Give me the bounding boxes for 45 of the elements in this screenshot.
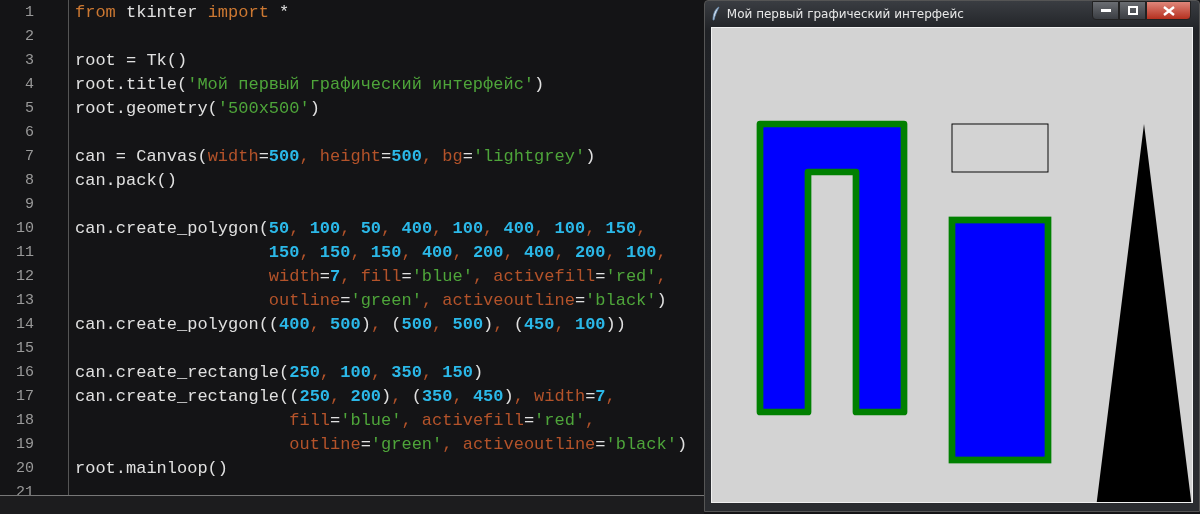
- code-line: can.create_rectangle(250, 100, 350, 150): [75, 362, 484, 382]
- code-line: outline='green', activeoutline='black'): [288, 434, 688, 454]
- line-number: 15: [15, 339, 34, 357]
- maximize-icon: [1127, 6, 1138, 15]
- line-number: 2: [24, 27, 34, 45]
- line-number: 21: [15, 483, 34, 495]
- line-number: 18: [15, 411, 34, 429]
- line-number: 16: [15, 363, 34, 381]
- minimize-button[interactable]: [1092, 1, 1119, 20]
- code-line: 150, 150, 150, 400, 200, 400, 200, 100,: [267, 242, 667, 262]
- maximize-button[interactable]: [1119, 1, 1146, 20]
- line-number: 11: [15, 243, 34, 261]
- line-number: 17: [15, 387, 34, 405]
- code-line: root.mainloop(): [75, 458, 229, 478]
- line-number: 12: [15, 267, 34, 285]
- close-icon: [1162, 5, 1175, 16]
- code-line: width=7, fill='blue', activefill='red',: [267, 266, 667, 286]
- line-number: 13: [15, 291, 34, 309]
- line-number: 6: [24, 123, 34, 141]
- code-line: can.create_rectangle((250, 200), (350, 450), width=7,: [75, 386, 616, 406]
- code-line: root = Tk(): [75, 50, 188, 70]
- code-line: can = Canvas(width=500, height=500, bg='lightgrey'): [75, 146, 596, 166]
- line-number: 3: [24, 51, 34, 69]
- line-number: 4: [24, 75, 34, 93]
- line-number: 7: [24, 147, 34, 165]
- code-line: can.create_polygon(50, 100, 50, 400, 100, 400, 100, 150,: [75, 218, 647, 238]
- line-number: 14: [15, 315, 34, 333]
- line-number: 10: [15, 219, 34, 237]
- minimize-icon: [1100, 8, 1111, 13]
- line-number: 9: [24, 195, 34, 213]
- line-number: 19: [15, 435, 34, 453]
- code-line: from tkinter import *: [75, 2, 290, 22]
- close-button[interactable]: [1146, 1, 1191, 20]
- code-line: fill='blue', activefill='red',: [288, 410, 596, 430]
- code-line: can.create_polygon((400, 500), (500, 500), (450, 100)): [75, 314, 626, 334]
- code-line: root.geometry('500x500'): [75, 98, 320, 118]
- line-number: 20: [15, 459, 34, 477]
- code-line: root.title('Мой первый графический интерфейс'): [75, 74, 545, 94]
- line-number: 1: [24, 3, 34, 21]
- window-title: Мой первый графический интерфейс: [726, 7, 964, 21]
- code-line: can.pack(): [75, 170, 178, 190]
- line-number: 8: [24, 171, 34, 189]
- feather-icon: [710, 6, 721, 22]
- line-number: 5: [24, 99, 34, 117]
- code-line: outline='green', activeoutline='black'): [267, 290, 667, 310]
